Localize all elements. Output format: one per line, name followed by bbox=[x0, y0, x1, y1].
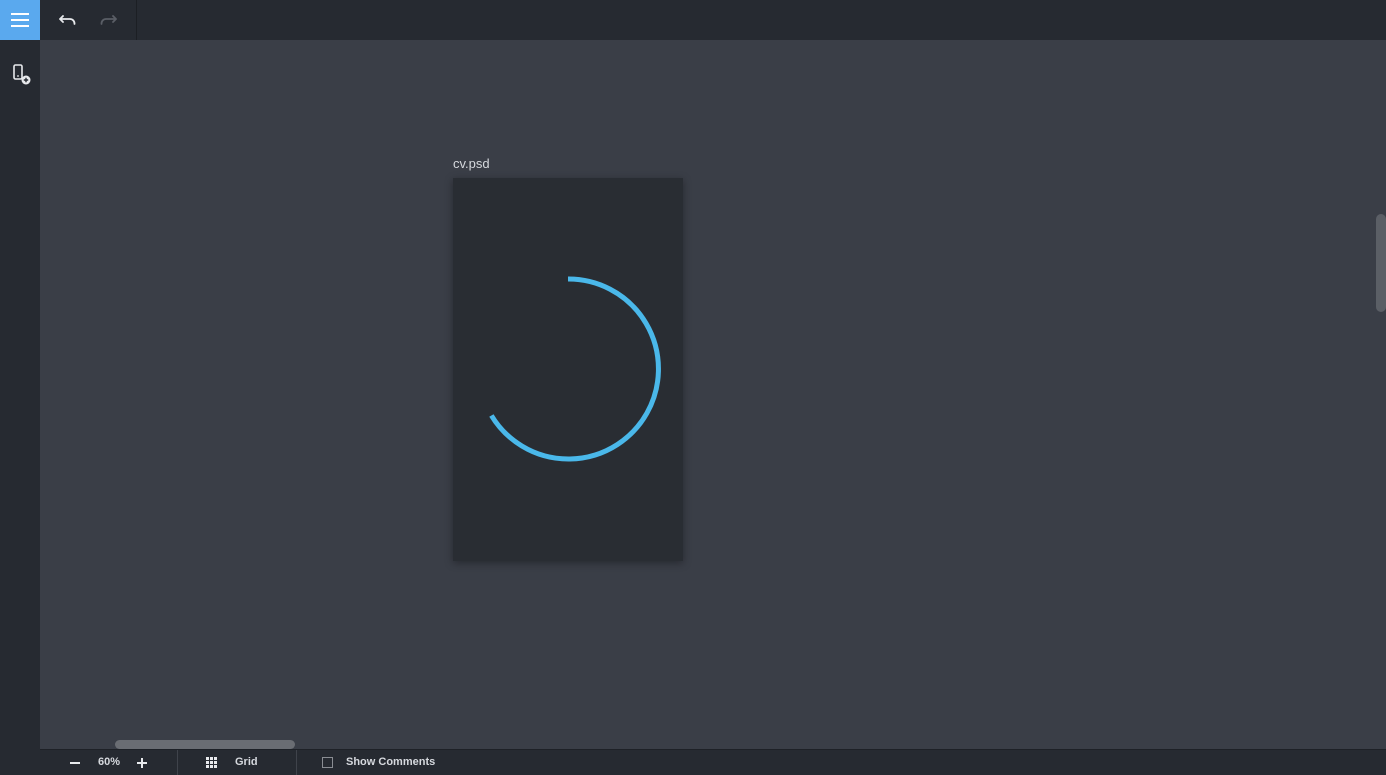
show-comments-label[interactable]: Show Comments bbox=[346, 750, 435, 775]
bottom-status-bar: 60% Grid Show Comments bbox=[40, 749, 1386, 775]
undo-icon bbox=[59, 15, 76, 25]
artboard-title[interactable]: cv.psd bbox=[453, 156, 490, 172]
minus-icon bbox=[70, 761, 80, 764]
redo-icon bbox=[100, 15, 117, 25]
menu-button[interactable] bbox=[0, 0, 40, 40]
undo-button[interactable] bbox=[58, 10, 78, 30]
grid-button[interactable] bbox=[203, 750, 219, 775]
artboard[interactable] bbox=[453, 178, 683, 561]
loading-spinner-icon bbox=[489, 276, 661, 462]
vertical-scrollbar[interactable] bbox=[1376, 214, 1386, 312]
grid-icon bbox=[205, 757, 217, 768]
plus-icon bbox=[137, 757, 147, 768]
show-comments-checkbox[interactable] bbox=[322, 757, 333, 768]
statusbar-divider bbox=[177, 750, 178, 775]
zoom-out-button[interactable] bbox=[66, 750, 84, 775]
add-device-button[interactable] bbox=[10, 62, 36, 88]
phone-add-icon bbox=[13, 64, 31, 85]
redo-button[interactable] bbox=[98, 10, 118, 30]
grid-label[interactable]: Grid bbox=[235, 750, 258, 775]
horizontal-scrollbar[interactable] bbox=[115, 740, 295, 749]
zoom-level[interactable]: 60% bbox=[98, 750, 120, 775]
toolbar-divider bbox=[136, 0, 137, 40]
statusbar-divider bbox=[296, 750, 297, 775]
hamburger-icon bbox=[11, 13, 29, 15]
design-canvas[interactable]: cv.psd bbox=[40, 40, 1386, 749]
top-toolbar bbox=[0, 0, 1386, 40]
left-sidebar bbox=[0, 40, 40, 775]
zoom-in-button[interactable] bbox=[133, 750, 151, 775]
